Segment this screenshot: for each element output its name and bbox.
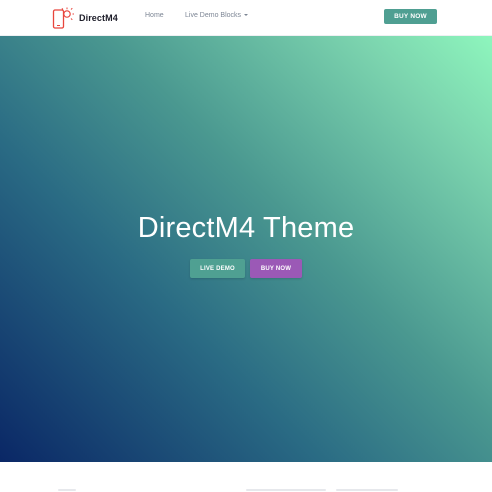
brand[interactable]: DirectM4 (52, 6, 118, 30)
phone-sun-icon (52, 6, 74, 30)
chevron-down-icon (244, 14, 249, 17)
hero-section: DirectM4 Theme LIVE DEMO BUY NOW (0, 36, 492, 462)
content-hint (246, 489, 326, 491)
nav-live-demo-blocks-link[interactable]: Live Demo Blocks (185, 12, 249, 19)
navbar: DirectM4 Home Live Demo Blocks BUY NOW (0, 0, 492, 36)
brand-name: DirectM4 (79, 13, 118, 23)
nav-home-link[interactable]: Home (145, 12, 164, 19)
content-hint (336, 489, 398, 491)
hero-title: DirectM4 Theme (137, 212, 355, 244)
next-section-peek (0, 462, 492, 492)
hero-buy-now-button[interactable]: BUY NOW (250, 259, 302, 278)
nav-live-demo-blocks-label: Live Demo Blocks (185, 12, 242, 19)
content-hint (58, 489, 76, 491)
live-demo-button[interactable]: LIVE DEMO (190, 259, 245, 278)
nav-buy-now-button[interactable]: BUY NOW (384, 9, 437, 24)
